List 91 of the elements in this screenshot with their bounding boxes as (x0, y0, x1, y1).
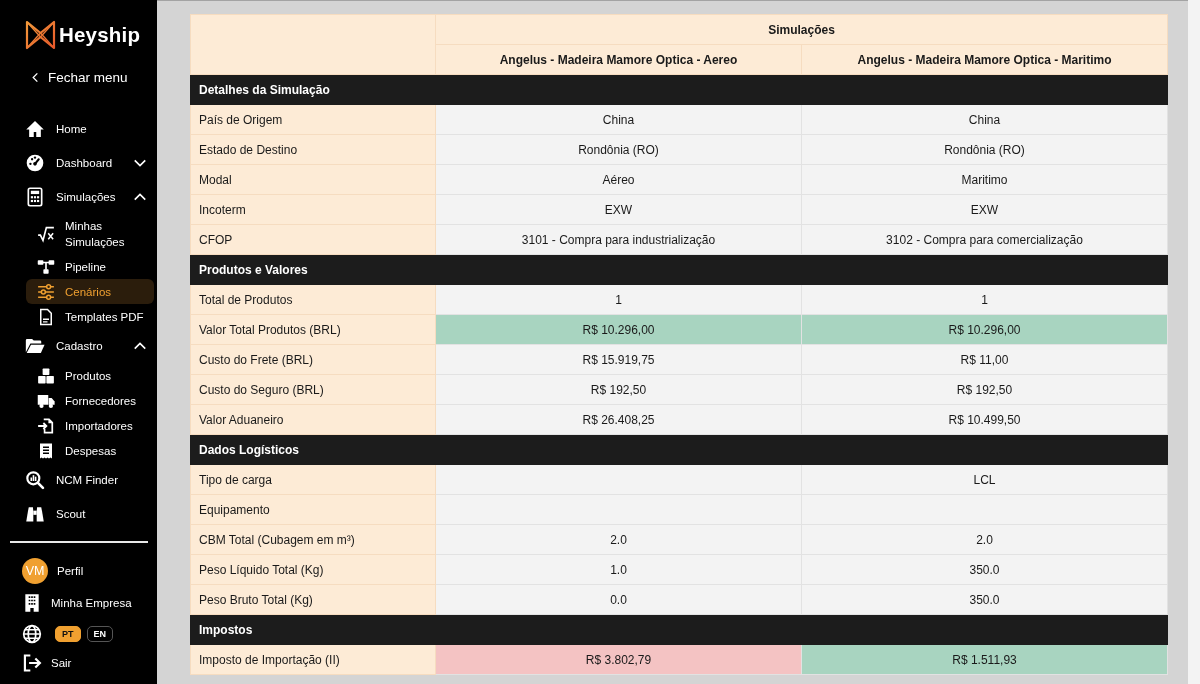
row-label: Total de Produtos (190, 284, 436, 315)
row-label: Equipamento (190, 494, 436, 525)
value-cell: 2.0 (435, 524, 802, 555)
group-header: Simulações (435, 14, 1168, 45)
value-cell: Aéreo (435, 164, 802, 195)
sidebar-item[interactable]: NCM Finder (22, 463, 150, 497)
binoculars-icon (25, 504, 45, 524)
sidebar-item[interactable]: Dashboard (22, 146, 150, 180)
language-option[interactable]: EN (86, 626, 114, 642)
company-item[interactable]: Minha Empresa (22, 587, 150, 619)
value-cell: 350.0 (801, 554, 1168, 585)
collapse-menu-link[interactable]: Fechar menu (30, 67, 128, 87)
row-label: Tipo de carga (190, 464, 436, 495)
value-cell: R$ 15.919,75 (435, 344, 802, 375)
section-header: Impostos (190, 614, 1168, 645)
logout-icon (22, 653, 42, 673)
value-cell: 1 (801, 284, 1168, 315)
profile-item[interactable]: VM Perfil (22, 555, 150, 587)
value-cell: R$ 10.296,00 (435, 314, 802, 345)
value-cell: China (801, 104, 1168, 135)
row-label: País de Origem (190, 104, 436, 135)
sidebar-item[interactable]: Home (22, 112, 150, 146)
value-cell: Maritimo (801, 164, 1168, 195)
boxes-icon (37, 366, 55, 385)
value-cell: 1.0 (435, 554, 802, 585)
row-label: Valor Total Produtos (BRL) (190, 314, 436, 345)
nodes-icon (37, 257, 55, 276)
value-cell: R$ 3.802,79 (435, 644, 802, 675)
avatar: VM (22, 558, 48, 584)
sidebar-subitem[interactable]: Minhas Simulações (26, 214, 154, 254)
value-cell: R$ 11,00 (801, 344, 1168, 375)
sidebar-subitem[interactable]: Fornecedores (26, 388, 154, 413)
value-cell: R$ 1.511,93 (801, 644, 1168, 675)
value-cell: 1 (435, 284, 802, 315)
brand-name: Heyship (59, 23, 141, 47)
sidebar-subitem[interactable]: Importadores (26, 413, 154, 438)
receipt-icon (37, 441, 55, 460)
row-label: Peso Bruto Total (Kg) (190, 584, 436, 615)
sidebar-item[interactable]: Scout (22, 497, 150, 531)
value-cell: LCL (801, 464, 1168, 495)
column-header: Angelus - Madeira Mamore Optica - Aereo (435, 44, 802, 75)
value-cell: Rondônia (RO) (435, 134, 802, 165)
folder-icon (25, 336, 45, 356)
value-cell: China (435, 104, 802, 135)
section-header: Detalhes da Simulação (190, 74, 1168, 105)
value-cell: 2.0 (801, 524, 1168, 555)
sidebar-item[interactable]: Simulações (22, 180, 150, 214)
logo-icon (25, 20, 56, 50)
gauge-icon (25, 153, 45, 173)
sidebar-subitem[interactable]: Pipeline (26, 254, 154, 279)
row-label: Modal (190, 164, 436, 195)
row-label: Valor Aduaneiro (190, 404, 436, 435)
row-label: CBM Total (Cubagem em m³) (190, 524, 436, 555)
row-label: Custo do Seguro (BRL) (190, 374, 436, 405)
value-cell: 3101 - Compra para industrialização (435, 224, 802, 255)
chart-search-icon (25, 470, 45, 490)
row-label: CFOP (190, 224, 436, 255)
value-cell: R$ 10.296,00 (801, 314, 1168, 345)
value-cell: 350.0 (801, 584, 1168, 615)
language-option[interactable]: PT (55, 626, 81, 642)
sidebar-subitem[interactable]: Produtos (26, 363, 154, 388)
row-label: Estado de Destino (190, 134, 436, 165)
value-cell: Rondônia (RO) (801, 134, 1168, 165)
row-label: Peso Líquido Total (Kg) (190, 554, 436, 585)
value-cell: EXW (435, 194, 802, 225)
value-cell: R$ 192,50 (435, 374, 802, 405)
building-icon (22, 593, 42, 613)
column-header: Angelus - Madeira Mamore Optica - Maritimo (801, 44, 1168, 75)
value-cell: 3102 - Compra para comercialização (801, 224, 1168, 255)
file-icon (37, 307, 55, 326)
file-arrow-icon (37, 416, 55, 435)
logout-item[interactable]: Sair (22, 649, 150, 677)
calculator-icon (25, 187, 45, 207)
row-label: Incoterm (190, 194, 436, 225)
sidebar-item[interactable]: Cadastro (22, 329, 150, 363)
value-cell: EXW (801, 194, 1168, 225)
sidebar-subitem[interactable]: Templates PDF (26, 304, 154, 329)
globe-icon (22, 624, 42, 644)
row-label: Custo do Frete (BRL) (190, 344, 436, 375)
section-header: Produtos e Valores (190, 254, 1168, 285)
row-label: Imposto de Importação (II) (190, 644, 436, 675)
sidebar-subitem[interactable]: Cenários (26, 279, 154, 304)
sliders-icon (37, 282, 55, 301)
value-cell: R$ 10.499,50 (801, 404, 1168, 435)
square-root-icon (37, 225, 55, 243)
section-header: Dados Logísticos (190, 434, 1168, 465)
value-cell: R$ 192,50 (801, 374, 1168, 405)
value-cell: R$ 26.408,25 (435, 404, 802, 435)
value-cell: 0.0 (435, 584, 802, 615)
home-icon (25, 119, 45, 139)
sidebar-subitem[interactable]: Despesas (26, 438, 154, 463)
